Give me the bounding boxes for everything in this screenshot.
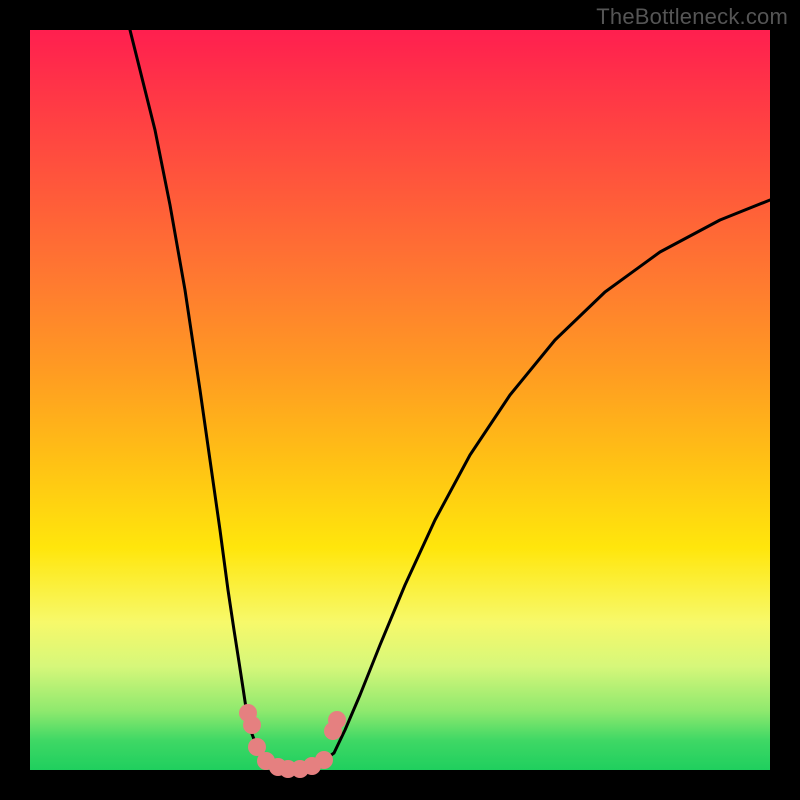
watermark-text: TheBottleneck.com — [596, 4, 788, 30]
bottleneck-curve — [130, 30, 770, 770]
marker-dot — [328, 711, 346, 729]
curve-layer — [30, 30, 770, 770]
highlight-markers — [239, 704, 346, 778]
chart-frame: TheBottleneck.com — [0, 0, 800, 800]
marker-dot — [315, 751, 333, 769]
marker-dot — [243, 716, 261, 734]
plot-area — [30, 30, 770, 770]
